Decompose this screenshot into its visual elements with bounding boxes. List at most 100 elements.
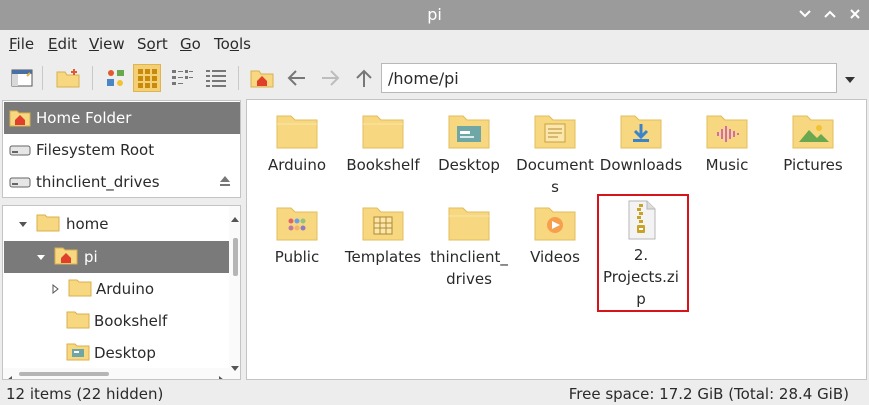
drive-icon <box>8 140 32 160</box>
folder-icon <box>447 202 491 242</box>
file-item-desktop[interactable]: Desktop <box>426 110 512 176</box>
expander-collapsed-icon[interactable] <box>48 282 62 296</box>
scrollbar-thumb[interactable] <box>19 372 109 376</box>
scrollbar-thumb[interactable] <box>233 238 238 276</box>
menu-tools[interactable]: Tools <box>214 35 251 53</box>
folder-icon <box>66 309 90 333</box>
up-arrow-icon <box>356 69 372 87</box>
path-history-dropdown[interactable] <box>843 72 857 84</box>
eject-icon[interactable] <box>218 174 232 192</box>
menu-go[interactable]: Go <box>180 35 201 53</box>
file-label: Document s <box>516 156 594 196</box>
folder-icon <box>361 110 405 150</box>
menu-view[interactable]: View <box>89 35 125 53</box>
path-input[interactable]: /home/pi <box>381 63 837 93</box>
menu-file[interactable]: File <box>9 35 34 53</box>
file-item-documents[interactable]: Document s <box>512 110 598 198</box>
place-thinclient-drives[interactable]: thinclient_drives <box>4 166 240 198</box>
place-filesystem-root[interactable]: Filesystem Root <box>4 134 240 166</box>
new-folder-icon <box>56 69 80 88</box>
music-folder-icon <box>705 110 749 150</box>
view-list-button[interactable] <box>202 64 230 92</box>
videos-folder-icon <box>533 202 577 242</box>
tree-node-label: Desktop <box>94 344 156 362</box>
file-label: Bookshelf <box>346 156 420 174</box>
home-folder-icon <box>54 245 78 269</box>
file-label: Templates <box>344 248 422 266</box>
expander-expanded-icon[interactable] <box>34 250 48 264</box>
tree-node-pi[interactable]: pi <box>4 241 229 273</box>
close-button[interactable] <box>847 6 863 22</box>
scroll-up-icon[interactable] <box>231 208 239 226</box>
back-button[interactable] <box>283 64 311 92</box>
file-item-thinclient-drives[interactable]: thinclient_ drives <box>426 202 512 290</box>
new-folder-button[interactable] <box>54 64 82 92</box>
file-item-templates[interactable]: Templates <box>340 202 426 268</box>
pictures-folder-icon <box>791 110 835 150</box>
folder-icon <box>36 212 60 236</box>
tree-node-bookshelf[interactable]: Bookshelf <box>4 305 229 337</box>
file-item-videos[interactable]: Videos <box>512 202 598 268</box>
tree-node-label: Arduino <box>96 280 155 298</box>
place-label: Home Folder <box>36 109 132 127</box>
templates-folder-icon <box>361 202 405 242</box>
new-window-button[interactable] <box>8 64 36 92</box>
file-label: Pictures <box>783 156 843 174</box>
documents-folder-icon <box>533 110 577 150</box>
forward-button[interactable] <box>316 64 344 92</box>
free-space: Free space: 17.2 GiB (Total: 28.4 GiB) <box>568 385 849 403</box>
status-bar: 12 items (22 hidden) Free space: 17.2 Gi… <box>0 382 869 405</box>
drive-icon <box>8 172 32 192</box>
home-folder-icon <box>8 108 32 128</box>
file-label: Music <box>705 156 749 174</box>
toolbar-separator <box>42 66 43 90</box>
window-title: pi <box>427 5 442 24</box>
back-arrow-icon <box>287 70 305 86</box>
file-item-pictures[interactable]: Pictures <box>770 110 856 176</box>
selection-highlight-box <box>597 194 689 312</box>
menu-edit[interactable]: Edit <box>48 35 77 53</box>
tree-horizontal-scrollbar[interactable] <box>3 368 229 379</box>
chevron-down-icon <box>845 77 855 83</box>
view-icons-button[interactable] <box>133 64 161 92</box>
icon-view-icon <box>138 69 157 88</box>
file-label: Videos <box>530 248 580 266</box>
view-compact-button[interactable] <box>168 64 196 92</box>
toolbar-separator <box>238 66 239 90</box>
menu-bar: File Edit View Sort Go Tools <box>0 30 869 58</box>
view-thumbnails-button[interactable] <box>102 64 130 92</box>
folder-icon <box>68 277 92 301</box>
expander-expanded-icon[interactable] <box>16 217 30 231</box>
file-item-bookshelf[interactable]: Bookshelf <box>340 110 426 176</box>
forward-arrow-icon <box>322 70 340 86</box>
scroll-down-icon[interactable] <box>231 358 239 376</box>
scroll-right-icon[interactable] <box>219 370 225 379</box>
home-icon <box>250 70 274 88</box>
file-item-music[interactable]: Music <box>684 110 770 176</box>
folder-icon <box>275 110 319 150</box>
new-window-icon <box>11 69 33 87</box>
item-count: 12 items (22 hidden) <box>6 385 164 403</box>
place-home-folder[interactable]: Home Folder <box>4 102 240 134</box>
scroll-left-icon[interactable] <box>6 370 12 379</box>
maximize-button[interactable] <box>822 6 838 22</box>
title-bar: pi <box>0 0 869 30</box>
file-item-public[interactable]: Public <box>254 202 340 268</box>
file-label: Downloads <box>599 156 683 174</box>
up-button[interactable] <box>350 64 378 92</box>
tree-node-desktop[interactable]: Desktop <box>4 337 229 369</box>
minimize-button[interactable] <box>797 6 813 22</box>
file-item-downloads[interactable]: Downloads <box>598 110 684 176</box>
thumbnail-view-icon <box>107 70 124 86</box>
home-button[interactable] <box>248 64 276 92</box>
file-view: Arduino Bookshelf Desktop Document s Down… <box>246 99 867 380</box>
file-label: thinclient_ drives <box>430 248 508 288</box>
tree-vertical-scrollbar[interactable] <box>229 206 240 379</box>
file-label: Arduino <box>267 156 327 174</box>
file-item-arduino[interactable]: Arduino <box>254 110 340 176</box>
desktop-folder-icon <box>66 341 90 365</box>
menu-sort[interactable]: Sort <box>137 35 168 53</box>
tree-node-label: home <box>66 215 109 233</box>
tree-node-home[interactable]: home <box>4 208 229 240</box>
tree-node-arduino[interactable]: Arduino <box>4 273 229 305</box>
